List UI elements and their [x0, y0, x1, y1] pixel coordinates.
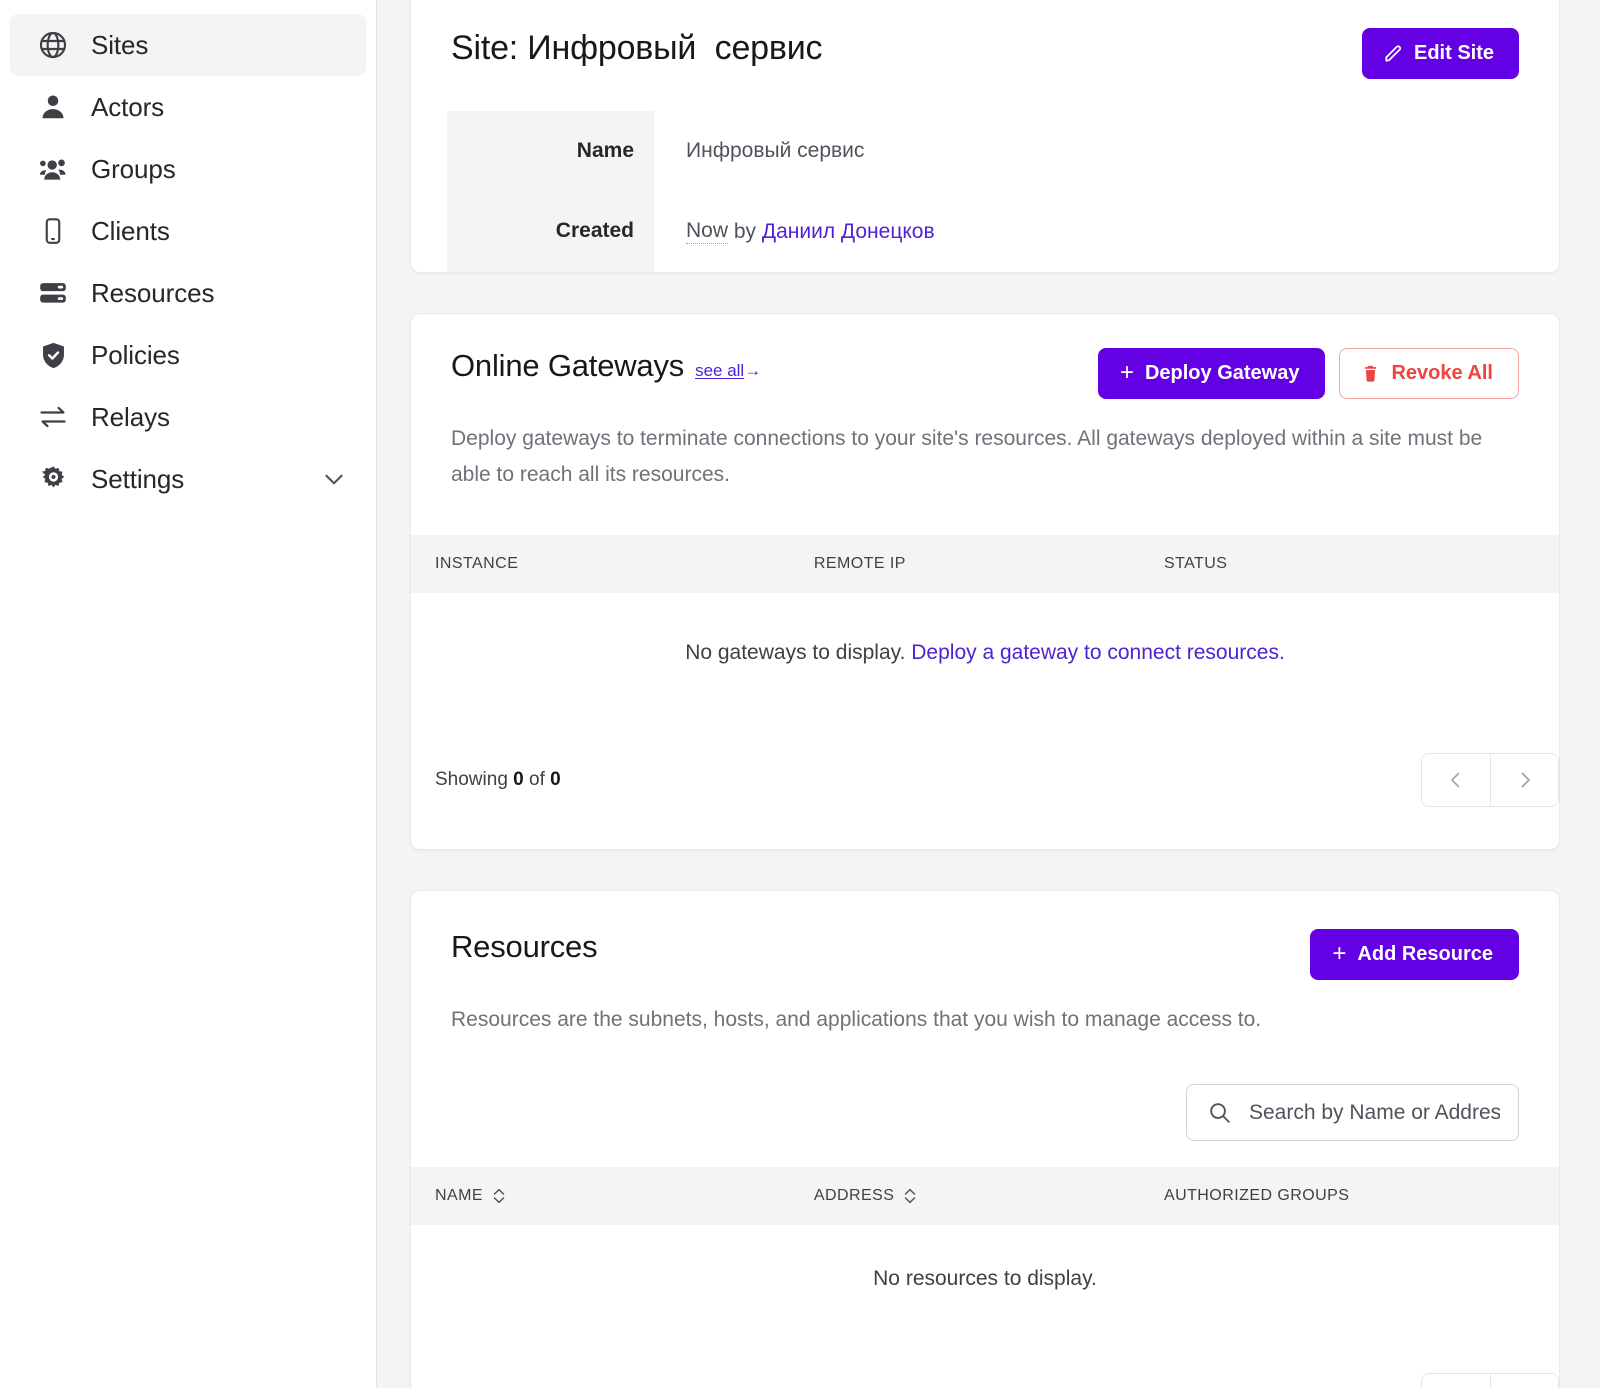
column-header-address[interactable]: ADDRESS: [789, 1167, 1140, 1226]
resources-pager-buttons: [1421, 1373, 1559, 1388]
sidebar-item-label: Resources: [91, 278, 215, 308]
site-info-card: Site: Инфровый сервис Edit Site Name Инф…: [410, 0, 1560, 273]
field-label-created: Created: [447, 191, 654, 272]
sidebar-item-actors[interactable]: Actors: [10, 76, 366, 138]
gateways-section-title: Online Gateways: [451, 348, 685, 383]
resources-section-title: Resources: [451, 929, 598, 965]
trash-icon: [1361, 364, 1380, 383]
gateways-table: INSTANCE REMOTE IP STATUS No gateways to…: [411, 535, 1559, 709]
relay-arrows-icon: [36, 400, 70, 434]
gateways-showing-text: Showing 0 of 0: [435, 769, 561, 791]
resources-empty-row: No resources to display.: [411, 1225, 1559, 1329]
add-resource-label: Add Resource: [1357, 943, 1493, 966]
created-by-author-link[interactable]: Даниил Донецков: [762, 220, 935, 244]
revoke-all-button[interactable]: Revoke All: [1339, 348, 1519, 399]
created-by-text: by: [728, 219, 762, 243]
globe-icon: [36, 28, 70, 62]
search-input-wrapper[interactable]: [1186, 1084, 1519, 1142]
previous-page-button[interactable]: [1422, 754, 1490, 807]
site-detail-table: Name Инфровый сервис Created Now by Дани…: [447, 111, 1559, 272]
sort-toggle-icon[interactable]: [903, 1187, 917, 1205]
column-label-address: ADDRESS: [813, 1187, 895, 1205]
sidebar-item-label: Policies: [91, 340, 180, 370]
add-resource-button[interactable]: + Add Resource: [1310, 929, 1519, 981]
resources-table-wrap: NAME ADDRESS AUTHORIZED GROUPS No resour…: [411, 1167, 1559, 1388]
sidebar-item-sites[interactable]: Sites: [10, 14, 366, 76]
column-header-remote-ip: REMOTE IP: [789, 535, 1140, 594]
sidebar-item-groups[interactable]: Groups: [10, 138, 366, 200]
chevron-down-icon[interactable]: [320, 465, 348, 493]
gateways-empty-text: No gateways to display.: [685, 641, 912, 665]
column-header-name[interactable]: NAME: [411, 1167, 790, 1226]
page-title: Site: Инфровый сервис: [451, 29, 823, 67]
resources-pagination: Showing 0 of 0: [411, 1329, 1559, 1388]
sidebar-item-label: Actors: [91, 92, 165, 122]
sidebar-item-settings[interactable]: Settings: [10, 448, 366, 510]
user-icon: [36, 90, 70, 124]
showing-of: of: [523, 769, 551, 791]
resources-table-header-row: NAME ADDRESS AUTHORIZED GROUPS: [411, 1167, 1559, 1226]
showing-count: 0: [513, 769, 524, 791]
sidebar-item-label: Groups: [91, 154, 176, 184]
revoke-all-label: Revoke All: [1391, 362, 1493, 384]
phone-icon: [36, 214, 70, 248]
field-value-name: Инфровый сервис: [686, 139, 865, 162]
column-header-instance: INSTANCE: [411, 535, 790, 594]
field-value-created: Now by Даниил Донецков: [654, 191, 1559, 272]
gateways-table-header-row: INSTANCE REMOTE IP STATUS: [411, 535, 1559, 594]
gear-icon: [36, 462, 70, 496]
edit-site-label: Edit Site: [1413, 42, 1494, 64]
resources-table: NAME ADDRESS AUTHORIZED GROUPS No resour…: [411, 1167, 1559, 1329]
sidebar-item-label: Relays: [91, 402, 170, 432]
arrow-right-icon: →: [744, 361, 762, 380]
sidebar-item-policies[interactable]: Policies: [10, 324, 366, 386]
deploy-gateway-button[interactable]: + Deploy Gateway: [1097, 348, 1326, 399]
sidebar: Sites Actors Groups Clients Resources Po…: [0, 0, 377, 1388]
sidebar-item-resources[interactable]: Resources: [10, 262, 366, 324]
gateways-description: Deploy gateways to terminate connections…: [451, 427, 1483, 487]
resources-search-row: [451, 1084, 1519, 1142]
sidebar-item-clients[interactable]: Clients: [10, 200, 366, 262]
column-header-authorized-groups: AUTHORIZED GROUPS: [1139, 1167, 1559, 1226]
sidebar-item-label: Sites: [91, 30, 149, 60]
deploy-gateway-inline-link[interactable]: Deploy a gateway to connect resources.: [911, 641, 1285, 664]
sort-toggle-icon[interactable]: [492, 1187, 506, 1205]
app-root: Sites Actors Groups Clients Resources Po…: [0, 0, 1600, 1388]
gateways-pager-buttons: [1421, 753, 1559, 808]
resources-card: Resources + Add Resource Resources are t…: [410, 890, 1560, 1388]
next-page-button[interactable]: [1490, 1374, 1558, 1388]
previous-page-button[interactable]: [1422, 1374, 1490, 1388]
sidebar-item-relays[interactable]: Relays: [10, 386, 366, 448]
see-all-label: see all: [695, 361, 745, 380]
column-label-name: NAME: [435, 1187, 484, 1205]
resources-empty-text: No resources to display.: [873, 1267, 1097, 1291]
shield-check-icon: [36, 338, 70, 372]
sidebar-item-label: Settings: [91, 464, 185, 494]
next-page-button[interactable]: [1490, 754, 1558, 807]
showing-prefix: Showing: [435, 769, 514, 791]
showing-total: 0: [550, 769, 561, 791]
gateways-pagination: Showing 0 of 0: [411, 709, 1559, 849]
gateways-see-all-link[interactable]: see all→: [695, 361, 761, 381]
search-input[interactable]: [1247, 1099, 1502, 1126]
resources-description: Resources are the subnets, hosts, and ap…: [451, 1008, 1262, 1032]
main-content: Site: Инфровый сервис Edit Site Name Инф…: [377, 0, 1600, 1388]
gateways-empty-row: No gateways to display. Deploy a gateway…: [411, 593, 1559, 709]
field-label-name: Name: [447, 111, 654, 191]
users-icon: [36, 152, 70, 186]
online-gateways-card: Online Gateways see all→ + Deploy Gatewa…: [410, 313, 1560, 851]
gateways-table-wrap: INSTANCE REMOTE IP STATUS No gateways to…: [411, 535, 1559, 849]
column-header-status: STATUS: [1139, 535, 1559, 594]
created-timestamp[interactable]: Now: [686, 219, 729, 244]
server-icon: [36, 276, 70, 310]
sidebar-item-label: Clients: [91, 216, 170, 246]
deploy-gateway-label: Deploy Gateway: [1144, 362, 1300, 384]
edit-site-button[interactable]: Edit Site: [1361, 28, 1519, 79]
pencil-icon: [1383, 44, 1403, 64]
search-icon: [1207, 1100, 1232, 1125]
